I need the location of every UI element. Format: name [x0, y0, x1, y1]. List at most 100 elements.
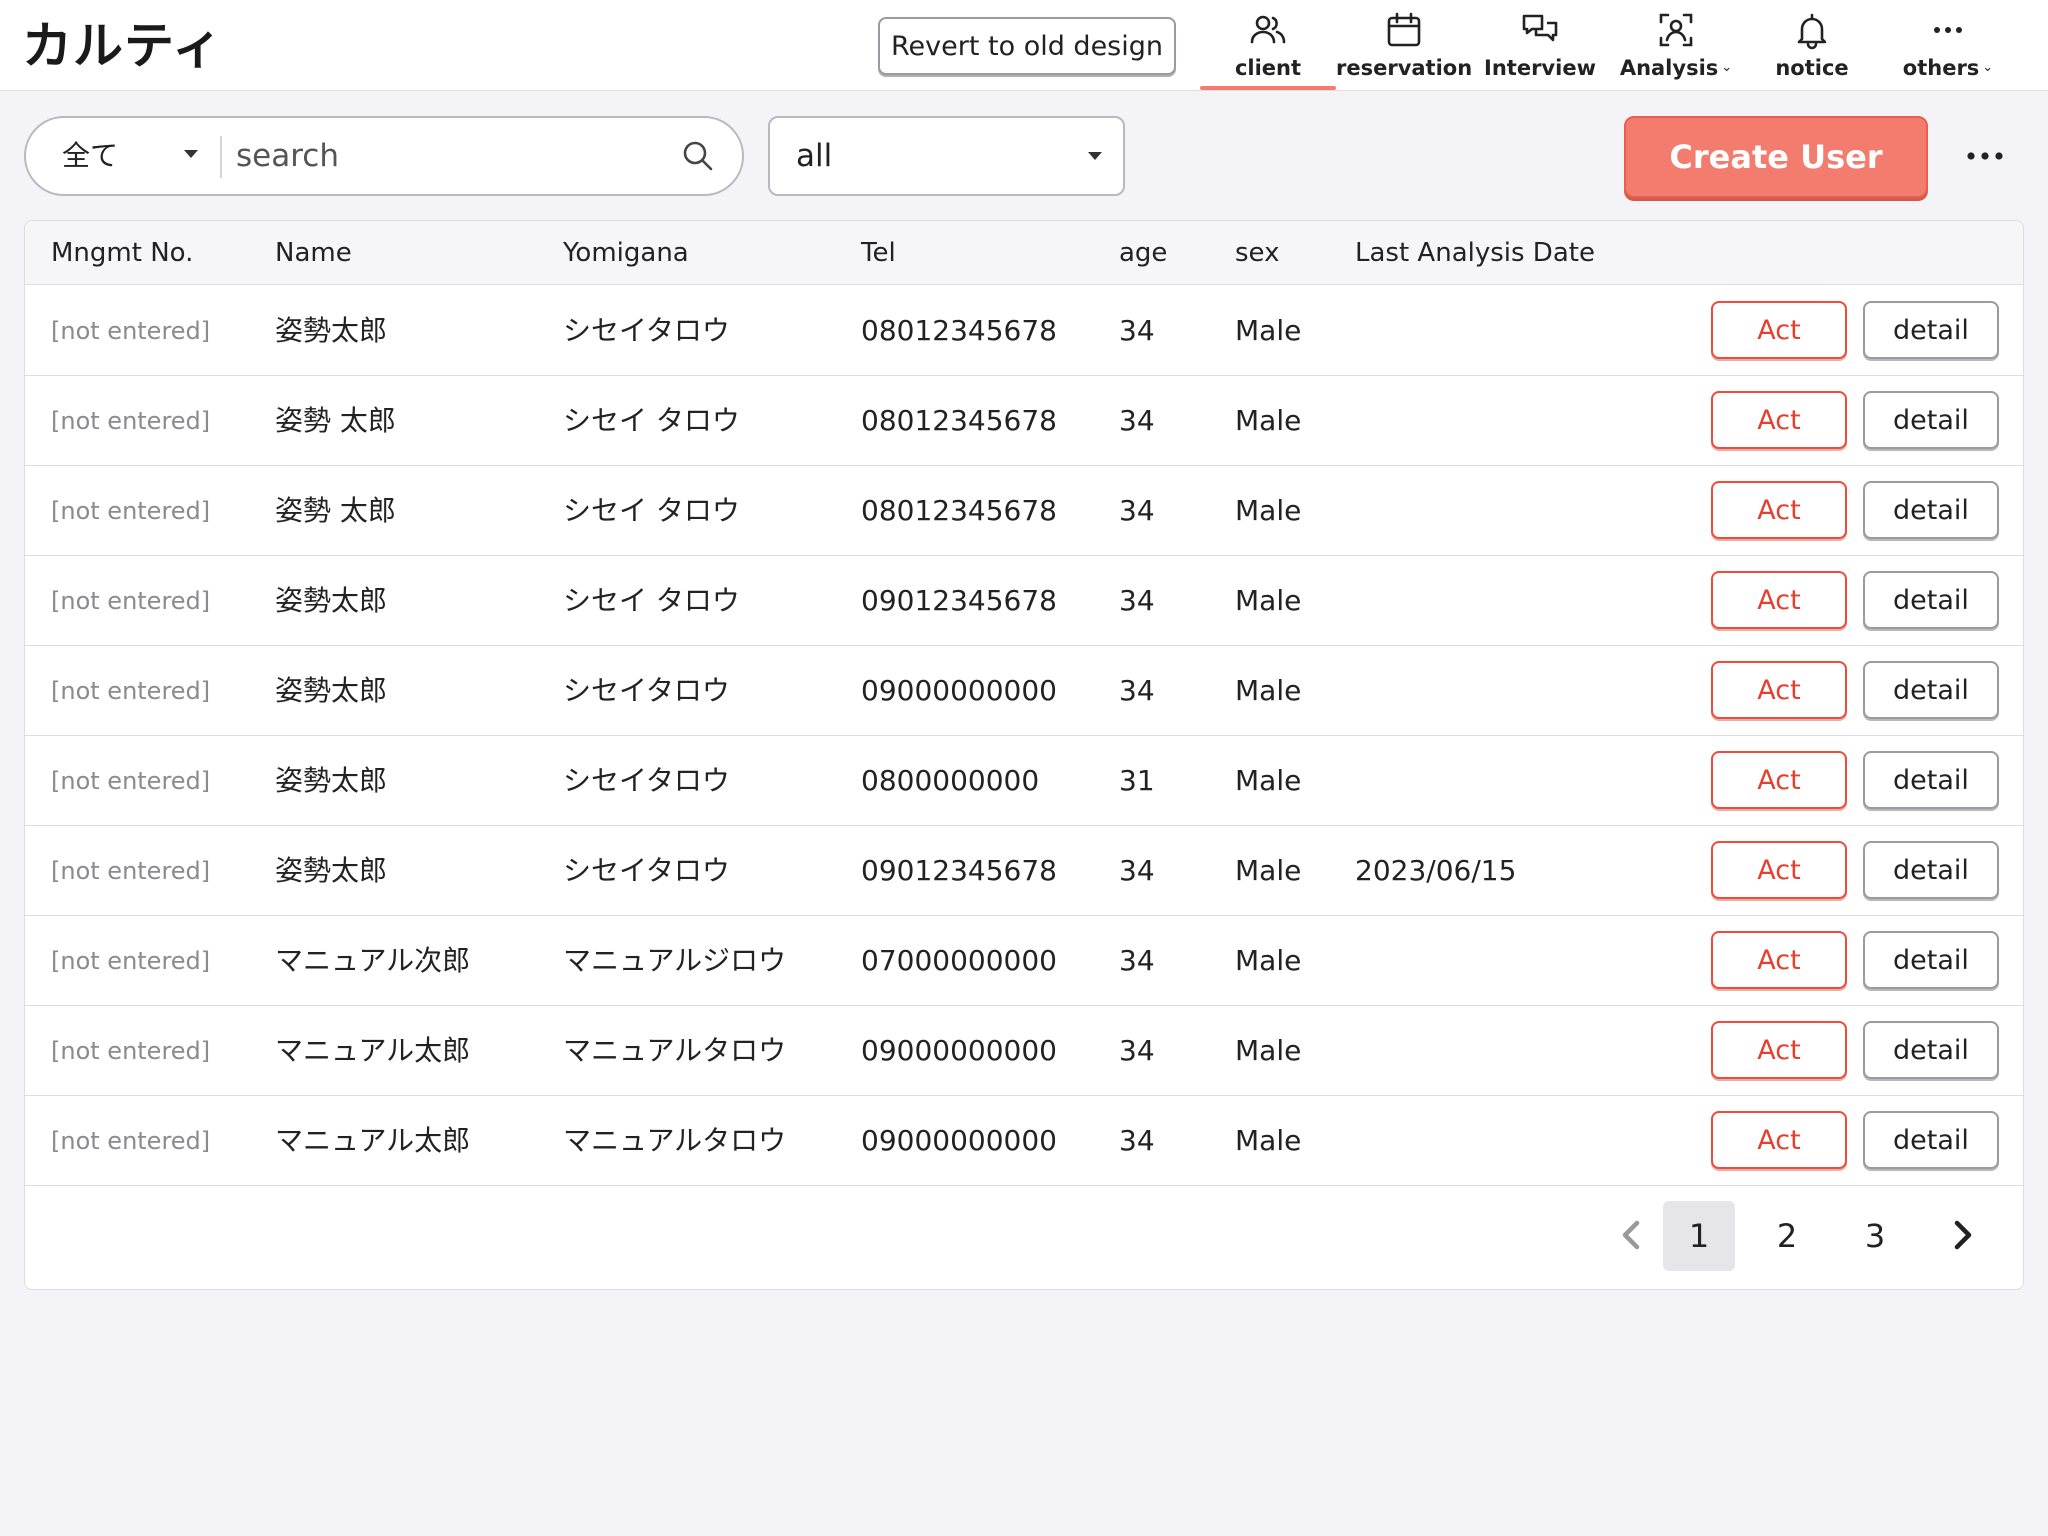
- nav-interview[interactable]: Interview: [1472, 0, 1608, 90]
- age-cell: 34: [1119, 584, 1155, 617]
- act-button[interactable]: Act: [1711, 931, 1847, 989]
- name-cell: マニュアル次郎: [275, 944, 471, 977]
- tel-cell: 0800000000: [861, 764, 1040, 797]
- act-button[interactable]: Act: [1711, 481, 1847, 539]
- age-cell: 34: [1119, 404, 1155, 437]
- pagination-page-2[interactable]: 2: [1751, 1201, 1823, 1271]
- act-button[interactable]: Act: [1711, 301, 1847, 359]
- act-button[interactable]: Act: [1711, 1021, 1847, 1079]
- mngmt-no-cell: [not entered]: [51, 1037, 211, 1065]
- nav-interview-label: Interview: [1484, 56, 1596, 80]
- age-cell: 34: [1119, 854, 1155, 887]
- act-button[interactable]: Act: [1711, 661, 1847, 719]
- pagination-prev-icon[interactable]: [1601, 1199, 1661, 1271]
- nav-reservation-label: reservation: [1336, 56, 1473, 80]
- detail-button[interactable]: detail: [1863, 1111, 1999, 1169]
- caret-down-icon[interactable]: [184, 150, 198, 158]
- table-row: [not entered] マニュアル太郎 マニュアルタロウ 090000000…: [25, 1006, 2023, 1096]
- search-scope-select[interactable]: 全て: [62, 118, 222, 194]
- nav-notice[interactable]: notice: [1744, 0, 1880, 90]
- mngmt-no-cell: [not entered]: [51, 767, 211, 795]
- yomigana-cell: シセイタロウ: [563, 314, 730, 347]
- pagination-page-3[interactable]: 3: [1839, 1201, 1911, 1271]
- nav-notice-label: notice: [1775, 56, 1849, 80]
- act-button[interactable]: Act: [1711, 571, 1847, 629]
- detail-button[interactable]: detail: [1863, 481, 1999, 539]
- column-header-age: age: [1119, 238, 1168, 268]
- detail-button[interactable]: detail: [1863, 391, 1999, 449]
- filter-select[interactable]: all: [768, 116, 1125, 196]
- name-cell: 姿勢太郎: [275, 854, 388, 887]
- sex-cell: Male: [1235, 944, 1302, 977]
- table-row: [not entered] 姿勢太郎 シセイタロウ 0800000000 31 …: [25, 736, 2023, 826]
- yomigana-cell: シセイ タロウ: [563, 584, 740, 617]
- search-divider: [220, 136, 222, 178]
- chevron-down-icon: ⌄: [1721, 60, 1733, 75]
- age-cell: 34: [1119, 944, 1155, 977]
- pagination-page-1[interactable]: 1: [1663, 1201, 1735, 1271]
- caret-down-icon: [1088, 152, 1102, 160]
- nav-analysis[interactable]: Analysis ⌄: [1608, 0, 1744, 90]
- detail-button[interactable]: detail: [1863, 931, 1999, 989]
- mngmt-no-cell: [not entered]: [51, 497, 211, 525]
- age-cell: 34: [1119, 1124, 1155, 1157]
- nav-client[interactable]: client: [1200, 0, 1336, 90]
- detail-button[interactable]: detail: [1863, 571, 1999, 629]
- app-logo[interactable]: カルティ: [22, 14, 223, 78]
- yomigana-cell: シセイ タロウ: [563, 494, 740, 527]
- name-cell: 姿勢太郎: [275, 764, 388, 797]
- chat-bubbles-icon: [1522, 14, 1558, 42]
- table-row: [not entered] 姿勢太郎 シセイ タロウ 09012345678 3…: [25, 556, 2023, 646]
- detail-button[interactable]: detail: [1863, 841, 1999, 899]
- column-header-yomigana: Yomigana: [563, 238, 689, 268]
- table-row: [not entered] マニュアル次郎 マニュアルジロウ 070000000…: [25, 916, 2023, 1006]
- sex-cell: Male: [1235, 404, 1302, 437]
- name-cell: 姿勢太郎: [275, 674, 388, 707]
- detail-button[interactable]: detail: [1863, 751, 1999, 809]
- column-header-tel: Tel: [861, 238, 896, 268]
- tel-cell: 09000000000: [861, 674, 1057, 707]
- act-button[interactable]: Act: [1711, 1111, 1847, 1169]
- detail-button[interactable]: detail: [1863, 661, 1999, 719]
- detail-button[interactable]: detail: [1863, 301, 1999, 359]
- sex-cell: Male: [1235, 764, 1302, 797]
- dots-icon: [1934, 27, 1962, 33]
- mngmt-no-cell: [not entered]: [51, 407, 211, 435]
- nav-reservation[interactable]: reservation: [1336, 0, 1472, 90]
- sex-cell: Male: [1235, 674, 1302, 707]
- chevron-down-icon: ⌄: [1982, 60, 1994, 75]
- table-row: [not entered] 姿勢太郎 シセイタロウ 08012345678 34…: [25, 286, 2023, 376]
- tel-cell: 07000000000: [861, 944, 1057, 977]
- filter-select-value: all: [796, 138, 833, 174]
- yomigana-cell: マニュアルタロウ: [563, 1124, 787, 1157]
- table-row: [not entered] 姿勢 太郎 シセイ タロウ 08012345678 …: [25, 376, 2023, 466]
- yomigana-cell: シセイタロウ: [563, 674, 730, 707]
- calendar-icon: [1387, 12, 1421, 47]
- tel-cell: 08012345678: [861, 494, 1057, 527]
- detail-button[interactable]: detail: [1863, 1021, 1999, 1079]
- mngmt-no-cell: [not entered]: [51, 947, 211, 975]
- sex-cell: Male: [1235, 854, 1302, 887]
- nav-analysis-label: Analysis ⌄: [1619, 56, 1733, 80]
- more-options-icon[interactable]: [1960, 136, 2010, 176]
- tel-cell: 08012345678: [861, 404, 1057, 437]
- name-cell: 姿勢 太郎: [275, 404, 396, 437]
- act-button[interactable]: Act: [1711, 751, 1847, 809]
- tel-cell: 08012345678: [861, 314, 1057, 347]
- last-analysis-cell: 2023/06/15: [1355, 854, 1517, 887]
- search-icon[interactable]: [680, 138, 716, 174]
- age-cell: 34: [1119, 1034, 1155, 1067]
- revert-to-old-design-button[interactable]: Revert to old design: [878, 17, 1176, 75]
- yomigana-cell: シセイタロウ: [563, 854, 730, 887]
- column-header-last-analysis-date: Last Analysis Date: [1355, 238, 1595, 268]
- nav-others[interactable]: others ⌄: [1880, 0, 2016, 90]
- act-button[interactable]: Act: [1711, 841, 1847, 899]
- tel-cell: 09000000000: [861, 1124, 1057, 1157]
- create-user-button[interactable]: Create User: [1624, 116, 1928, 198]
- name-cell: 姿勢太郎: [275, 584, 388, 617]
- nav-client-label: client: [1234, 56, 1302, 80]
- table-row: [not entered] マニュアル太郎 マニュアルタロウ 090000000…: [25, 1096, 2023, 1186]
- pagination-next-icon[interactable]: [1933, 1199, 1993, 1271]
- search-input[interactable]: [236, 128, 676, 184]
- act-button[interactable]: Act: [1711, 391, 1847, 449]
